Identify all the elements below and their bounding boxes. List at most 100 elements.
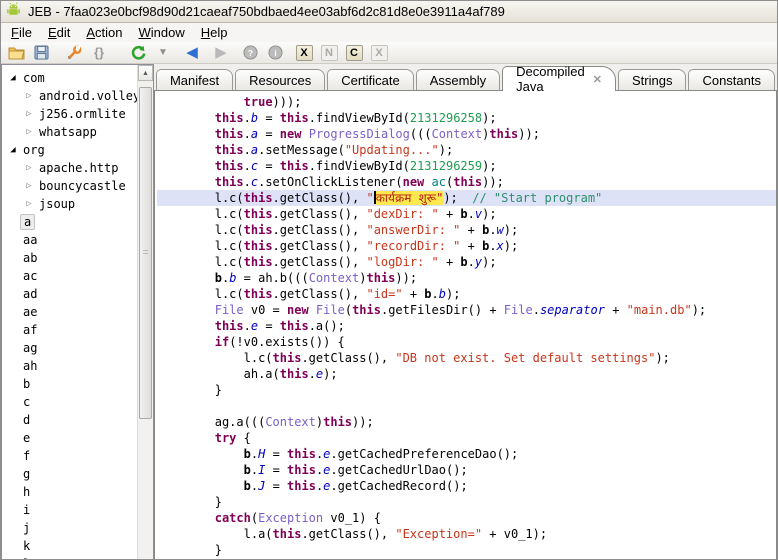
code-line[interactable]: } bbox=[157, 542, 776, 558]
tab-resources[interactable]: Resources bbox=[235, 69, 326, 91]
navigate-back-button[interactable]: ◀ bbox=[181, 43, 203, 63]
tree-item-com[interactable]: ◢ com bbox=[2, 69, 137, 87]
toggle-c-button[interactable]: C bbox=[343, 43, 365, 63]
menu-edit[interactable]: Edit bbox=[40, 24, 78, 41]
tree-item-ad[interactable]: ad bbox=[2, 285, 137, 303]
tab-decompiled-java[interactable]: Decompiled Java ✕ bbox=[502, 64, 616, 94]
tree-item-i[interactable]: i bbox=[2, 501, 137, 519]
code-line[interactable]: } bbox=[157, 494, 776, 510]
save-button[interactable] bbox=[30, 43, 52, 63]
expand-icon[interactable]: ▷ bbox=[22, 199, 36, 209]
toggle-n-button[interactable]: N bbox=[318, 43, 340, 63]
scrollbar-thumb[interactable] bbox=[138, 87, 152, 419]
code-line[interactable]: l.c(this.getClass(), "DB not exist. Set … bbox=[157, 350, 776, 366]
code-line[interactable]: b.H = this.e.getCachedPreferenceDao(); bbox=[157, 446, 776, 462]
code-line[interactable]: try { bbox=[157, 430, 776, 446]
tree-item-org[interactable]: ◢ org bbox=[2, 141, 137, 159]
main-panel: Manifest Resources Certificate Assembly Deco… bbox=[153, 64, 777, 559]
collapse-icon[interactable]: ◢ bbox=[6, 73, 20, 83]
tree-item-h[interactable]: h bbox=[2, 483, 137, 501]
tree-item-j256.ormlite[interactable]: ▷ j256.ormlite bbox=[2, 105, 137, 123]
tree-item-ae[interactable]: ae bbox=[2, 303, 137, 321]
code-line[interactable] bbox=[157, 398, 776, 414]
tree-item-k[interactable]: k bbox=[2, 537, 137, 555]
code-line[interactable]: if(!v0.exists()) { bbox=[157, 334, 776, 350]
code-line[interactable]: this.b = this.findViewById(2131296258); bbox=[157, 110, 776, 126]
code-line[interactable]: catch(Exception v0_1) { bbox=[157, 510, 776, 526]
menu-window[interactable]: Window bbox=[131, 24, 193, 41]
tree-item-aa[interactable]: aa bbox=[2, 231, 137, 249]
expand-icon[interactable]: ▷ bbox=[22, 127, 36, 137]
tree-item-apache.http[interactable]: ▷ apache.http bbox=[2, 159, 137, 177]
tree-item-d[interactable]: d bbox=[2, 411, 137, 429]
tab-manifest[interactable]: Manifest bbox=[155, 69, 234, 91]
tree-item-label: com bbox=[23, 71, 45, 85]
code-line[interactable]: b.I = this.e.getCachedUrlDao(); bbox=[157, 462, 776, 478]
code-line[interactable]: File v0 = new File(this.getFilesDir() + … bbox=[157, 302, 776, 318]
tab-assembly[interactable]: Assembly bbox=[415, 69, 501, 91]
tree-item-c[interactable]: c bbox=[2, 393, 137, 411]
package-tree: ◢ com ▷ android.volley ▷ j256.ormlite ▷ whatsap… bbox=[2, 65, 137, 559]
code-line[interactable]: } bbox=[157, 382, 776, 398]
tree-item-jsoup[interactable]: ▷ jsoup bbox=[2, 195, 137, 213]
tab-certificate[interactable]: Certificate bbox=[327, 69, 414, 91]
expand-icon[interactable]: ▷ bbox=[22, 91, 36, 101]
code-line[interactable]: l.c(this.getClass(), "dexDir: " + b.v); bbox=[157, 206, 776, 222]
code-editor[interactable]: true))); this.b = this.findViewById(2131… bbox=[153, 90, 777, 559]
code-line[interactable]: l.c(this.getClass(), "id=" + b.b); bbox=[157, 286, 776, 302]
tree-item-j[interactable]: j bbox=[2, 519, 137, 537]
code-line[interactable]: l.c(this.getClass(), "logDir: " + b.y); bbox=[157, 254, 776, 270]
help-button[interactable]: ? bbox=[239, 43, 261, 63]
tree-item-f[interactable]: f bbox=[2, 447, 137, 465]
code-line[interactable]: l.c(this.getClass(), "recordDir: " + b.x… bbox=[157, 238, 776, 254]
code-line[interactable]: this.a.setMessage("Updating..."); bbox=[157, 142, 776, 158]
menu-file[interactable]: File bbox=[3, 24, 40, 41]
expand-icon[interactable]: ▷ bbox=[22, 181, 36, 191]
braces-button[interactable]: {} bbox=[88, 43, 110, 63]
tab-strings[interactable]: Strings bbox=[617, 69, 687, 91]
tree-item-b[interactable]: b bbox=[2, 375, 137, 393]
code-line[interactable]: this.c = this.findViewById(2131296259); bbox=[157, 158, 776, 174]
tree-item-label: f bbox=[23, 449, 31, 463]
tree-item-ab[interactable]: ab bbox=[2, 249, 137, 267]
tree-item-a[interactable]: a bbox=[2, 213, 137, 231]
code-line[interactable]: ah.a(this.e); bbox=[157, 366, 776, 382]
tree-item-e[interactable]: e bbox=[2, 429, 137, 447]
code-line[interactable]: l.c(this.getClass(), "answerDir: " + b.w… bbox=[157, 222, 776, 238]
tab-close-icon[interactable]: ✕ bbox=[593, 73, 602, 86]
expand-icon[interactable]: ▷ bbox=[22, 109, 36, 119]
options-button[interactable] bbox=[63, 43, 85, 63]
tree-item-whatsapp[interactable]: ▷ whatsapp bbox=[2, 123, 137, 141]
code-line[interactable]: true))); bbox=[157, 94, 776, 110]
tree-item-bouncycastle[interactable]: ▷ bouncycastle bbox=[2, 177, 137, 195]
scroll-up-arrow-icon[interactable]: ▲ bbox=[137, 65, 153, 81]
expand-icon[interactable]: ▷ bbox=[22, 163, 36, 173]
collapse-icon[interactable]: ◢ bbox=[6, 145, 20, 155]
menu-action[interactable]: Action bbox=[78, 24, 130, 41]
navigate-forward-button[interactable]: ▶ bbox=[210, 43, 232, 63]
info-button[interactable]: i bbox=[264, 43, 286, 63]
tree-item-l[interactable]: l bbox=[2, 555, 137, 559]
tree-item-ac[interactable]: ac bbox=[2, 267, 137, 285]
tree-item-ah[interactable]: ah bbox=[2, 357, 137, 375]
tree-item-g[interactable]: g bbox=[2, 465, 137, 483]
sidebar-scrollbar[interactable]: ▲ bbox=[136, 65, 153, 559]
code-line[interactable]: ag.a(((Context)this)); bbox=[157, 414, 776, 430]
tree-item-af[interactable]: af bbox=[2, 321, 137, 339]
code-line[interactable]: this.e = this.a(); bbox=[157, 318, 776, 334]
toggle-x2-button[interactable]: X bbox=[368, 43, 390, 63]
code-line[interactable]: l.c(this.getClass(), " कार्यक्रम शुरू"); … bbox=[156, 190, 776, 206]
dropdown-button[interactable]: ▼ bbox=[152, 43, 174, 63]
tree-item-android.volley[interactable]: ▷ android.volley bbox=[2, 87, 137, 105]
tree-item-ag[interactable]: ag bbox=[2, 339, 137, 357]
code-line[interactable]: this.c.setOnClickListener(new ac(this)); bbox=[157, 174, 776, 190]
open-file-button[interactable] bbox=[5, 43, 27, 63]
tab-constants[interactable]: Constants bbox=[688, 69, 775, 91]
menu-help[interactable]: Help bbox=[193, 24, 236, 41]
code-line[interactable]: l.a(this.getClass(), "Exception=" + v0_1… bbox=[157, 526, 776, 542]
code-line[interactable]: b.b = ah.b(((Context)this)); bbox=[157, 270, 776, 286]
refresh-button[interactable] bbox=[127, 43, 149, 63]
toggle-x-button[interactable]: X bbox=[293, 43, 315, 63]
code-line[interactable]: this.a = new ProgressDialog(((Context)th… bbox=[157, 126, 776, 142]
code-line[interactable]: b.J = this.e.getCachedRecord(); bbox=[157, 478, 776, 494]
